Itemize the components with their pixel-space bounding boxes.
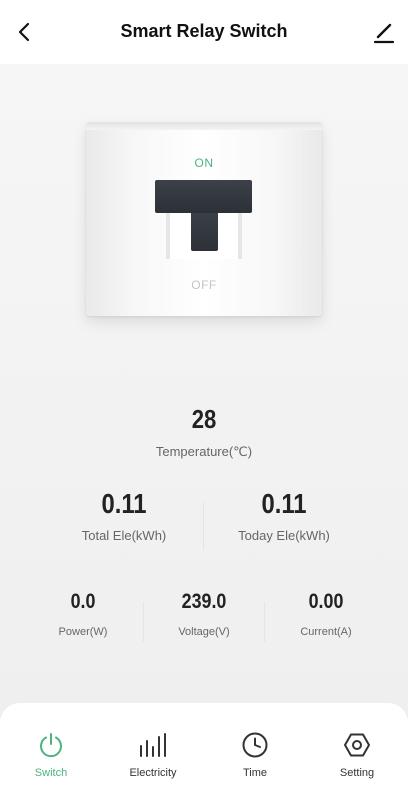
today-ele-label: Today Ele(kWh) bbox=[238, 528, 330, 543]
total-ele-value: 0.11 bbox=[101, 488, 147, 519]
nav-item-electricity[interactable]: Electricity bbox=[102, 703, 204, 800]
nav-label-setting: Setting bbox=[339, 767, 375, 779]
divider-vertical bbox=[264, 602, 265, 642]
bar-chart-icon bbox=[137, 729, 169, 761]
nav-label-electricity: Electricity bbox=[129, 767, 177, 779]
voltage-value: 239.0 bbox=[181, 590, 227, 613]
nav-label-switch: Switch bbox=[34, 767, 68, 779]
power-value: 0.0 bbox=[70, 590, 96, 613]
nav-item-switch[interactable]: Switch bbox=[0, 703, 102, 800]
total-ele-label: Total Ele(kWh) bbox=[81, 528, 167, 543]
on-label: ON bbox=[194, 156, 214, 170]
clock-icon bbox=[239, 729, 271, 761]
app-screen: Smart Relay Switch ON OFF 28 Temperature… bbox=[0, 0, 408, 800]
temperature-value: 28 bbox=[191, 404, 217, 434]
voltage-label: Voltage(V) bbox=[178, 626, 230, 638]
header-bar: Smart Relay Switch bbox=[0, 0, 408, 64]
temperature-label: Temperature(℃) bbox=[155, 444, 253, 459]
nav-item-setting[interactable]: Setting bbox=[306, 703, 408, 800]
pencil-icon bbox=[373, 23, 395, 44]
bottom-nav: Switch Electricity Time Setting bbox=[0, 703, 408, 800]
hexagon-settings-icon bbox=[341, 729, 373, 761]
power-label: Power(W) bbox=[58, 626, 108, 638]
nav-label-time: Time bbox=[242, 767, 268, 779]
power-icon bbox=[35, 729, 67, 761]
off-label: OFF bbox=[191, 278, 217, 292]
edit-button[interactable] bbox=[370, 18, 398, 46]
breaker-lever-stem bbox=[191, 213, 218, 251]
breaker-switch[interactable]: ON OFF bbox=[86, 122, 322, 316]
page-title: Smart Relay Switch bbox=[120, 21, 288, 41]
today-ele-value: 0.11 bbox=[261, 488, 307, 519]
nav-item-time[interactable]: Time bbox=[204, 703, 306, 800]
breaker-lever-head bbox=[155, 180, 252, 213]
current-value: 0.00 bbox=[308, 590, 344, 613]
breaker-top-edge bbox=[86, 122, 322, 130]
current-label: Current(A) bbox=[300, 626, 352, 638]
